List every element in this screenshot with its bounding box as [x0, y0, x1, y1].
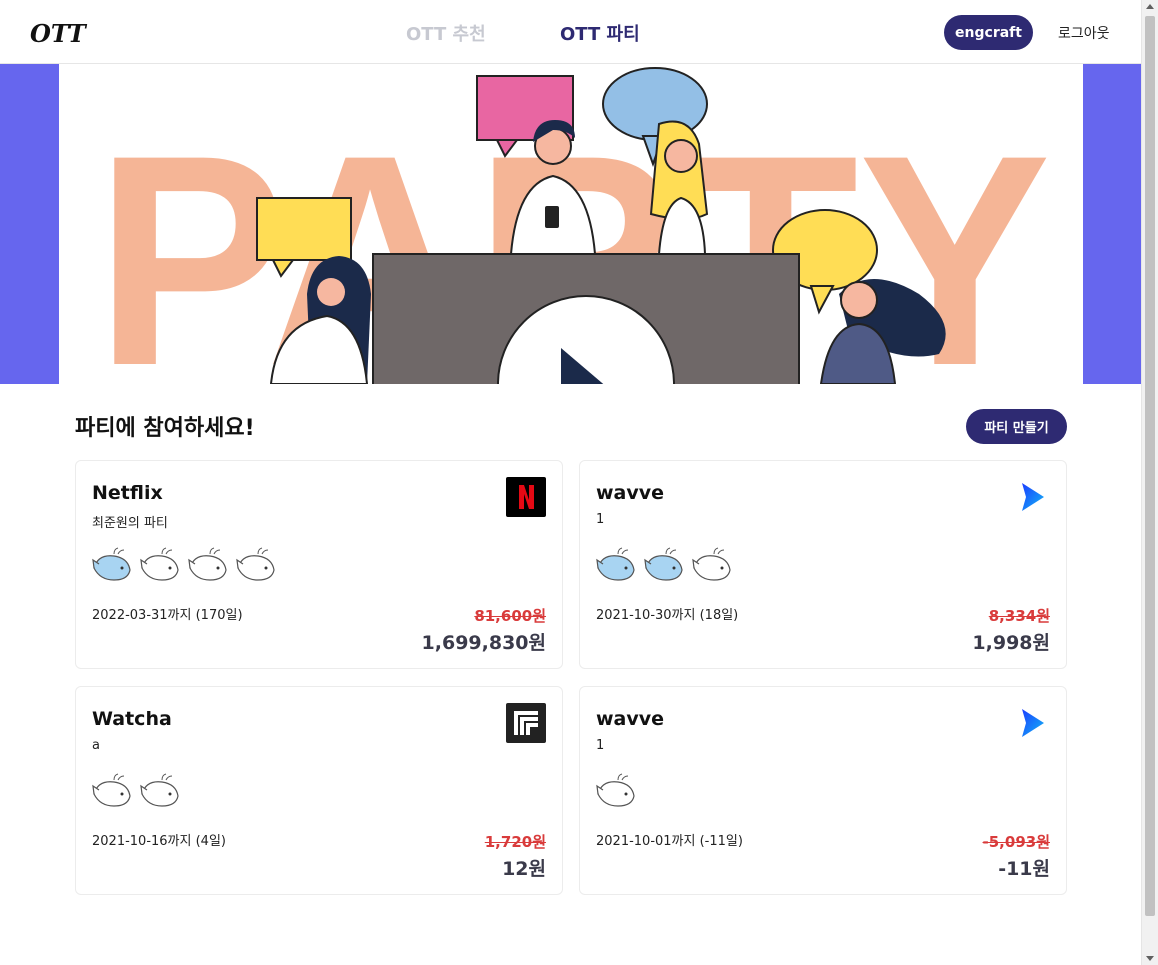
video-screen [372, 253, 800, 384]
original-price: 1,720원 [484, 833, 546, 851]
party-host-name: 1 [596, 738, 605, 753]
whale-empty-icon [92, 773, 131, 807]
wavve-logo-icon [1022, 483, 1044, 511]
party-card[interactable]: Watcha a 2021-10-16까지 (4일) 1,720원 12원 [75, 686, 563, 895]
member-whales [596, 546, 734, 584]
nav-ott-recommend[interactable]: OTT 추천 [406, 20, 486, 46]
party-host-name: a [92, 738, 100, 753]
banner-illustration: PARTY [59, 64, 1083, 384]
logout-link[interactable]: 로그아웃 [1058, 23, 1110, 43]
section-title: 파티에 참여하세요! [75, 416, 255, 441]
party-service-name: Netflix [92, 482, 163, 504]
party-price: 1,998원 [972, 632, 1050, 654]
party-price: 1,699,830원 [421, 632, 546, 654]
party-end-date: 2022-03-31까지 (170일) [92, 608, 243, 623]
whale-filled-icon [92, 547, 131, 581]
whale-filled-icon [596, 547, 635, 581]
create-party-button[interactable]: 파티 만들기 [966, 409, 1067, 444]
nav-ott-party[interactable]: OTT 파티 [560, 20, 640, 46]
original-price: 8,334원 [988, 607, 1050, 625]
svg-text:OTT: OTT [30, 19, 88, 48]
whale-empty-icon [188, 547, 227, 581]
watcha-logo-icon [506, 703, 546, 743]
party-end-date: 2021-10-01까지 (-11일) [596, 834, 743, 849]
party-host-name: 1 [596, 512, 605, 527]
party-end-date: 2021-10-16까지 (4일) [92, 834, 226, 849]
ott-logo[interactable]: OTT [28, 14, 88, 50]
party-service-name: Watcha [92, 708, 172, 730]
netflix-logo-icon [506, 477, 546, 517]
wavve-logo-icon [1022, 709, 1044, 737]
party-service-name: wavve [596, 482, 665, 504]
party-illustration: PARTY [95, 67, 1051, 384]
member-whales [92, 546, 278, 584]
member-whales [92, 772, 182, 810]
scrollbar-thumb[interactable] [1145, 16, 1155, 916]
whale-empty-icon [140, 547, 179, 581]
original-price: -5,093원 [982, 833, 1050, 851]
whale-empty-icon [236, 547, 275, 581]
party-card[interactable]: wavve 1 2021-10-30까지 (18일) 8,334원 1,998원 [579, 460, 1067, 669]
original-price: 81,600원 [474, 607, 546, 625]
whale-empty-icon [596, 773, 635, 807]
whale-filled-icon [644, 547, 683, 581]
party-service-name: wavve [596, 708, 665, 730]
party-price: -11원 [998, 858, 1050, 880]
party-end-date: 2021-10-30까지 (18일) [596, 608, 739, 623]
party-host-name: 최준원의 파티 [92, 516, 168, 531]
party-banner: PARTY [0, 64, 1141, 384]
member-whales [596, 772, 638, 810]
whale-empty-icon [692, 547, 731, 581]
party-price: 12원 [502, 858, 546, 880]
user-profile-button[interactable]: engcraft [944, 15, 1033, 50]
vertical-scrollbar[interactable] [1141, 0, 1158, 965]
top-header: OTT OTT 추천 OTT 파티 engcraft 로그아웃 [0, 0, 1141, 64]
party-card[interactable]: Netflix 최준원의 파티 2022-03-31까지 (170일) 81,6… [75, 460, 563, 669]
scroll-down-arrow-icon[interactable] [1146, 956, 1154, 961]
party-card[interactable]: wavve 1 2021-10-01까지 (-11일) -5,093원 -11원 [579, 686, 1067, 895]
whale-empty-icon [140, 773, 179, 807]
scroll-up-arrow-icon[interactable] [1146, 4, 1154, 9]
